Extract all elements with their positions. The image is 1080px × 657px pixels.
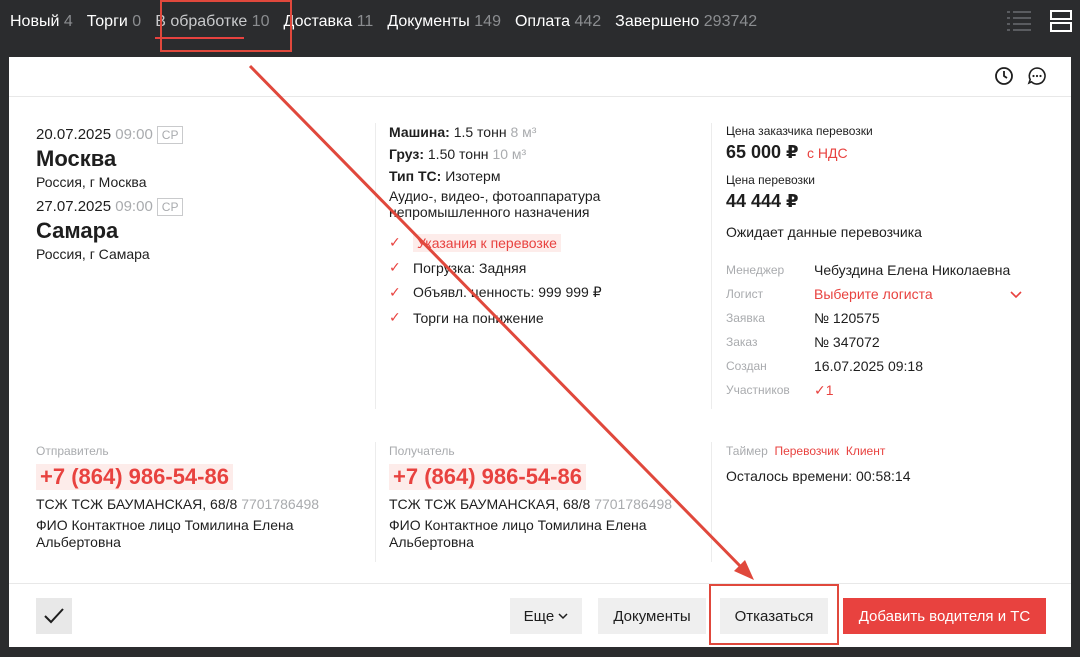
check-icon: ✓: [814, 381, 826, 398]
manager-name: Чебуздина Елена Николаевна: [814, 262, 1011, 278]
check-icon: ✓: [389, 284, 401, 300]
order-card: 20.07.2025 09:00 СР Москва Россия, г Моск…: [9, 57, 1071, 647]
annotation-highlight-refuse: [709, 584, 839, 645]
request-number: № 120575: [814, 310, 880, 326]
pricing-block: Цена заказчика перевозки 65 000 ₽ с НДС …: [726, 124, 1056, 402]
more-button[interactable]: Еще: [510, 598, 582, 634]
customer-price: 65 000 ₽ с НДС: [726, 142, 848, 162]
check-icon: [44, 608, 64, 624]
tab-new[interactable]: Новый 4: [10, 13, 73, 31]
check-loading: ✓ Погрузка: Задняя: [389, 259, 527, 276]
to-city: Самара: [36, 218, 119, 243]
receiver-org: ТСЖ ТСЖ БАУМАНСКАЯ, 68/8 7701786498: [389, 496, 673, 512]
add-driver-button[interactable]: Добавить водителя и ТС: [843, 598, 1046, 634]
from-city: Москва: [36, 146, 117, 171]
documents-button[interactable]: Документы: [598, 598, 706, 634]
cargo-info: Груз: 1.50 тонн 10 м³: [389, 146, 527, 162]
receiver-block: Получатель +7 (864) 986-54-86 ТСЖ ТСЖ БА…: [389, 444, 689, 551]
customer-price-label: Цена заказчика перевозки: [726, 124, 873, 138]
timer-carrier-link[interactable]: Перевозчик: [774, 444, 839, 458]
receiver-label: Получатель: [389, 444, 455, 458]
history-icon[interactable]: [993, 65, 1015, 87]
annotation-highlight-tab: [160, 0, 292, 52]
receiver-phone[interactable]: +7 (864) 986-54-86: [389, 464, 586, 490]
sender-label: Отправитель: [36, 444, 109, 458]
route-block: 20.07.2025 09:00 СР Москва Россия, г Моск…: [36, 126, 356, 262]
cargo-description: Аудио-, видео-, фотоаппаратура непромышл…: [389, 188, 601, 220]
list-view-icon[interactable]: [1006, 8, 1032, 34]
check-declared-value: ✓ Объявл. ценность: 999 999 ₽: [389, 284, 602, 300]
timer-client-link[interactable]: Клиент: [846, 444, 886, 458]
price-label: Цена перевозки: [726, 173, 815, 187]
tab-payment[interactable]: Оплата 442: [515, 13, 601, 31]
chevron-down-icon: [558, 612, 568, 619]
to-address: Россия, г Самара: [36, 246, 150, 262]
participants-count[interactable]: ✓1: [814, 382, 834, 399]
tab-documents[interactable]: Документы 149: [387, 13, 501, 31]
chevron-down-icon: [1010, 286, 1022, 302]
logist-select[interactable]: Логист Выберите логиста: [726, 282, 1056, 306]
check-icon: ✓: [389, 309, 401, 325]
tab-delivery[interactable]: Доставка 11: [284, 13, 374, 31]
from-address: Россия, г Москва: [36, 174, 147, 190]
details-list: Менеджер Чебуздина Елена Николаевна Логис…: [726, 258, 1056, 402]
created-date: 16.07.2025 09:18: [814, 358, 923, 374]
time-remaining: Осталось времени: 00:58:14: [726, 468, 911, 484]
from-date: 20.07.2025 09:00 СР: [36, 126, 356, 144]
sender-block: Отправитель +7 (864) 986-54-86 ТСЖ ТСЖ Б…: [36, 444, 356, 551]
status-text: Ожидает данные перевозчика: [726, 224, 922, 240]
tab-completed[interactable]: Завершено 293742: [615, 13, 757, 31]
order-number: № 347072: [814, 334, 880, 350]
card-toolbar: [9, 57, 1071, 97]
tab-auction[interactable]: Торги 0: [87, 13, 141, 31]
select-checkbox[interactable]: [36, 598, 72, 634]
sender-org: ТСЖ ТСЖ БАУМАНСКАЯ, 68/8 7701786498: [36, 496, 320, 512]
cargo-block: Машина: 1.5 тонн 8 м³ Груз: 1.50 тонн 10…: [389, 124, 689, 330]
ts-type: Тип ТС: Изотерм: [389, 168, 501, 184]
chat-icon[interactable]: [1026, 65, 1048, 87]
sender-phone[interactable]: +7 (864) 986-54-86: [36, 464, 233, 490]
action-bar: Еще Документы Отказаться Добавить водите…: [9, 583, 1071, 647]
receiver-contact: ФИО Контактное лицо Томилина Елена Альбе…: [389, 517, 647, 550]
sender-contact: ФИО Контактное лицо Томилина Елена Альбе…: [36, 517, 294, 550]
machine-info: Машина: 1.5 тонн 8 м³: [389, 124, 537, 140]
timer-header: Таймер Перевозчик Клиент: [726, 444, 886, 458]
check-auction: ✓ Торги на понижение: [389, 309, 544, 326]
check-icon: ✓: [389, 259, 401, 275]
price: 44 444 ₽: [726, 191, 799, 211]
check-instructions[interactable]: ✓ Указания к перевозке: [389, 230, 689, 255]
card-view-icon[interactable]: [1048, 8, 1074, 34]
timer-block: Таймер Перевозчик Клиент Осталось времен…: [726, 444, 1056, 484]
check-icon: ✓: [389, 234, 401, 250]
to-date: 27.07.2025 09:00 СР: [36, 198, 356, 216]
